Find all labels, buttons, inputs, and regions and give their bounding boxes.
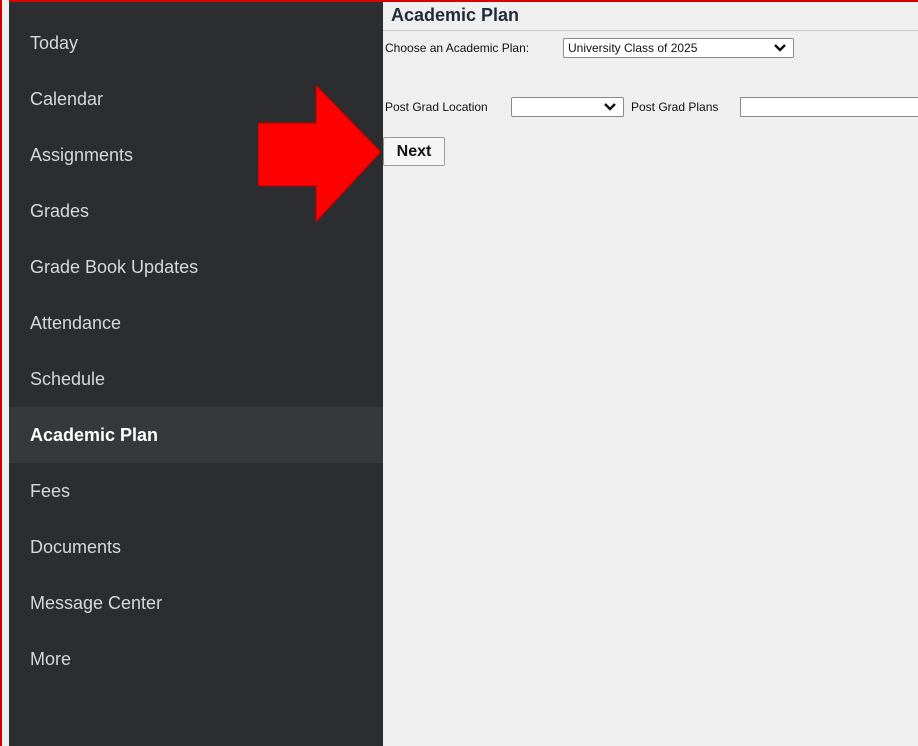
- post-grad-location-select[interactable]: [511, 97, 624, 117]
- sidebar-item-message-center[interactable]: Message Center: [9, 575, 383, 631]
- main-content: Academic Plan Choose an Academic Plan: U…: [383, 2, 918, 746]
- next-button[interactable]: Next: [383, 137, 445, 166]
- app-frame: Today Calendar Assignments Grades Grade …: [0, 0, 918, 746]
- red-border-left: [0, 0, 9, 746]
- academic-plan-select[interactable]: University Class of 2025: [563, 38, 794, 58]
- chevron-down-icon: [604, 103, 616, 111]
- post-grad-location-label: Post Grad Location: [385, 100, 488, 114]
- title-divider: [383, 30, 918, 31]
- sidebar-item-documents[interactable]: Documents: [9, 519, 383, 575]
- sidebar-item-schedule[interactable]: Schedule: [9, 351, 383, 407]
- chevron-down-icon: [774, 44, 786, 52]
- sidebar-item-grade-book-updates[interactable]: Grade Book Updates: [9, 239, 383, 295]
- red-arrow-icon: [258, 85, 381, 222]
- academic-plan-label: Choose an Academic Plan:: [385, 41, 530, 55]
- academic-plan-select-value: University Class of 2025: [568, 41, 698, 55]
- sidebar-item-today[interactable]: Today: [9, 15, 383, 71]
- sidebar-item-fees[interactable]: Fees: [9, 463, 383, 519]
- page-title: Academic Plan: [391, 5, 520, 25]
- post-grad-plans-input[interactable]: [740, 97, 918, 117]
- sidebar-item-attendance[interactable]: Attendance: [9, 295, 383, 351]
- sidebar-item-more[interactable]: More: [9, 631, 383, 687]
- post-grad-plans-label: Post Grad Plans: [631, 100, 719, 114]
- sidebar-item-academic-plan[interactable]: Academic Plan: [9, 407, 383, 463]
